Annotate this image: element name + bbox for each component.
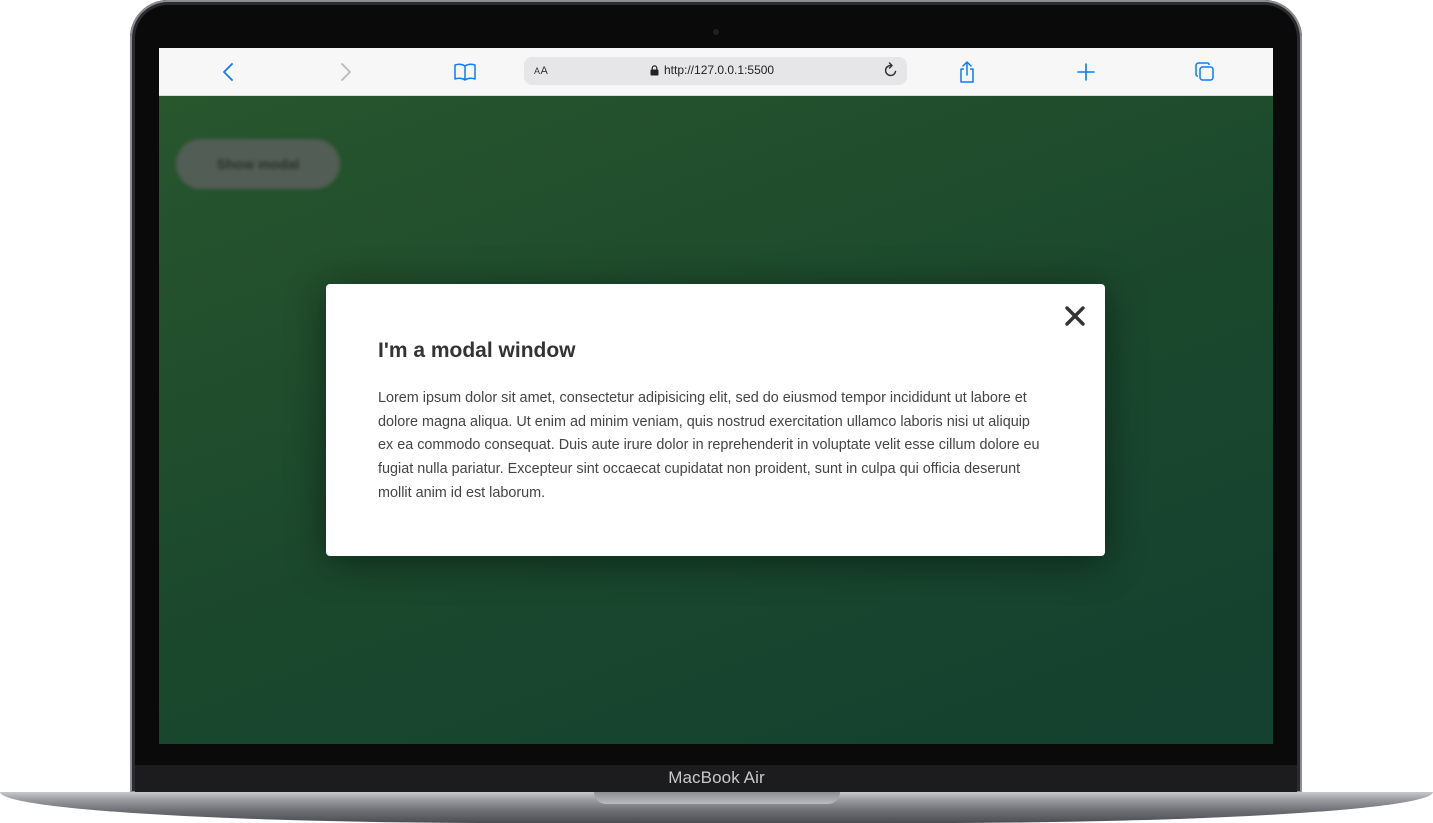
- close-icon: [1065, 306, 1085, 326]
- close-modal-button[interactable]: [1063, 304, 1087, 328]
- tabs-overview-button[interactable]: [1193, 48, 1217, 95]
- back-icon: [223, 62, 233, 81]
- back-button[interactable]: [217, 48, 239, 95]
- share-button[interactable]: [956, 48, 978, 95]
- reader-text-size-button[interactable]: AA: [534, 65, 548, 77]
- web-page: Show modal I'm a modal window Lorem ipsu…: [159, 96, 1273, 744]
- camera: [713, 29, 719, 35]
- forward-icon: [341, 62, 351, 81]
- url-display[interactable]: http://127.0.0.1:5500: [650, 63, 774, 77]
- modal-window: I'm a modal window Lorem ipsum dolor sit…: [326, 284, 1105, 556]
- reload-icon: [884, 62, 897, 77]
- modal-title: I'm a modal window: [378, 339, 576, 362]
- brand-label: MacBook Air: [668, 768, 765, 787]
- forward-button[interactable]: [335, 48, 357, 95]
- screen: AA http://127.0.0.1:5500 Show modal I'm …: [159, 48, 1273, 744]
- bookmarks-icon: [454, 63, 476, 81]
- address-bar[interactable]: AA http://127.0.0.1:5500: [524, 57, 907, 85]
- modal-body: Lorem ipsum dolor sit amet, consectetur …: [378, 390, 1040, 501]
- browser-toolbar: AA http://127.0.0.1:5500: [159, 48, 1273, 96]
- new-tab-button[interactable]: [1075, 48, 1097, 95]
- new-tab-icon: [1077, 62, 1095, 81]
- reload-button[interactable]: [883, 61, 899, 84]
- bookmarks-button[interactable]: [452, 48, 478, 95]
- laptop-notch: [594, 792, 840, 804]
- aa-large-label: A: [540, 65, 549, 77]
- tabs-icon: [1195, 61, 1214, 81]
- share-icon: [960, 60, 974, 83]
- lock-icon: [650, 64, 659, 75]
- url-text: http://127.0.0.1:5500: [664, 63, 775, 77]
